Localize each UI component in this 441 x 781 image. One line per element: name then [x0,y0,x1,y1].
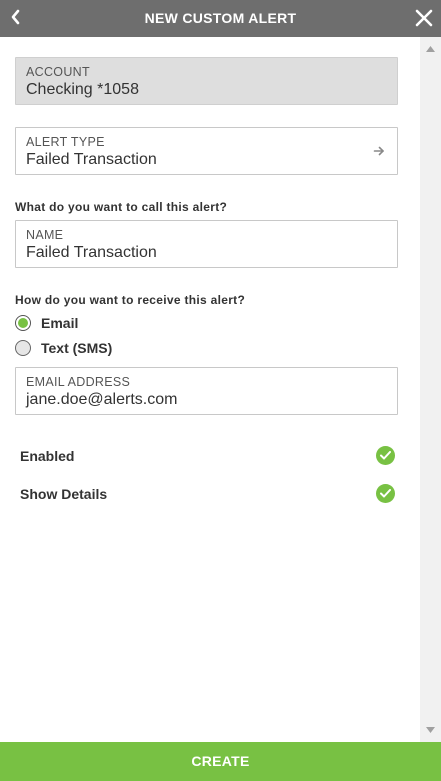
email-address-field[interactable]: EMAIL ADDRESS jane.doe@alerts.com [15,367,398,415]
arrow-right-icon [373,146,384,156]
header-bar: NEW CUSTOM ALERT [0,0,441,37]
radio-email-control[interactable] [15,315,31,331]
page-title: NEW CUSTOM ALERT [144,10,297,26]
enabled-toggle[interactable] [376,446,395,465]
checkmark-icon [380,451,391,460]
scrollbar[interactable] [420,37,441,742]
alert-type-value: Failed Transaction [26,151,157,168]
close-icon [415,9,433,27]
name-label: NAME [26,228,64,242]
alert-type-label: ALERT TYPE [26,135,105,149]
name-question: What do you want to call this alert? [15,200,228,214]
email-address-value: jane.doe@alerts.com [26,391,178,408]
email-address-label: EMAIL ADDRESS [26,375,131,389]
radio-sms-control[interactable] [15,340,31,356]
alert-type-field[interactable]: ALERT TYPE Failed Transaction [15,127,398,175]
account-label: ACCOUNT [26,65,90,79]
enabled-row: Enabled [20,446,398,468]
name-field[interactable]: NAME Failed Transaction [15,220,398,268]
show-details-toggle[interactable] [376,484,395,503]
close-button[interactable] [411,5,437,31]
create-button[interactable]: CREATE [0,742,441,781]
show-details-row: Show Details [20,484,398,506]
scroll-down-icon[interactable] [420,723,441,737]
account-field: ACCOUNT Checking *1058 [15,57,398,105]
delivery-question: How do you want to receive this alert? [15,293,246,307]
name-value: Failed Transaction [26,244,157,261]
enabled-label: Enabled [20,448,75,464]
checkmark-icon [380,489,391,498]
show-details-label: Show Details [20,486,108,502]
alert-form: ACCOUNT Checking *1058 ALERT TYPE Failed… [0,37,420,742]
account-value: Checking *1058 [26,81,139,98]
scroll-up-icon[interactable] [420,42,441,56]
radio-sms-label: Text (SMS) [41,340,113,356]
radio-email-label: Email [41,315,79,331]
